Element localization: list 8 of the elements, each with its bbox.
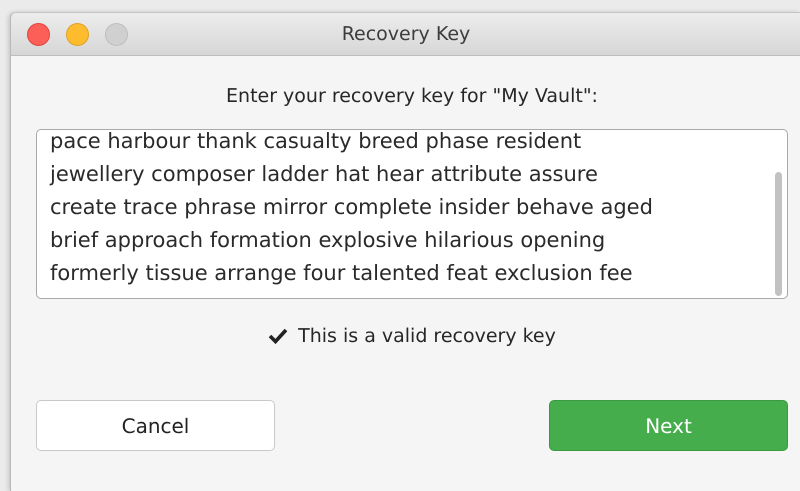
validation-message: This is a valid recovery key — [298, 325, 556, 347]
scrollbar-thumb[interactable] — [775, 172, 782, 296]
close-button[interactable] — [27, 22, 50, 46]
recovery-key-field[interactable]: pace harbour thank casualty breed phase resident jewellery composer ladder hat hear attribute assure create trace phrase mirror complete insider behave aged brief approach formation explosive hilarious opening formerly tissue arrange four talented feat exclusion fee — [36, 129, 788, 299]
minimize-button[interactable] — [66, 22, 89, 46]
window-title: Recovery Key — [342, 23, 470, 45]
cancel-button[interactable]: Cancel — [36, 400, 275, 451]
prompt-text: Enter your recovery key for "My Vault": — [226, 85, 598, 107]
